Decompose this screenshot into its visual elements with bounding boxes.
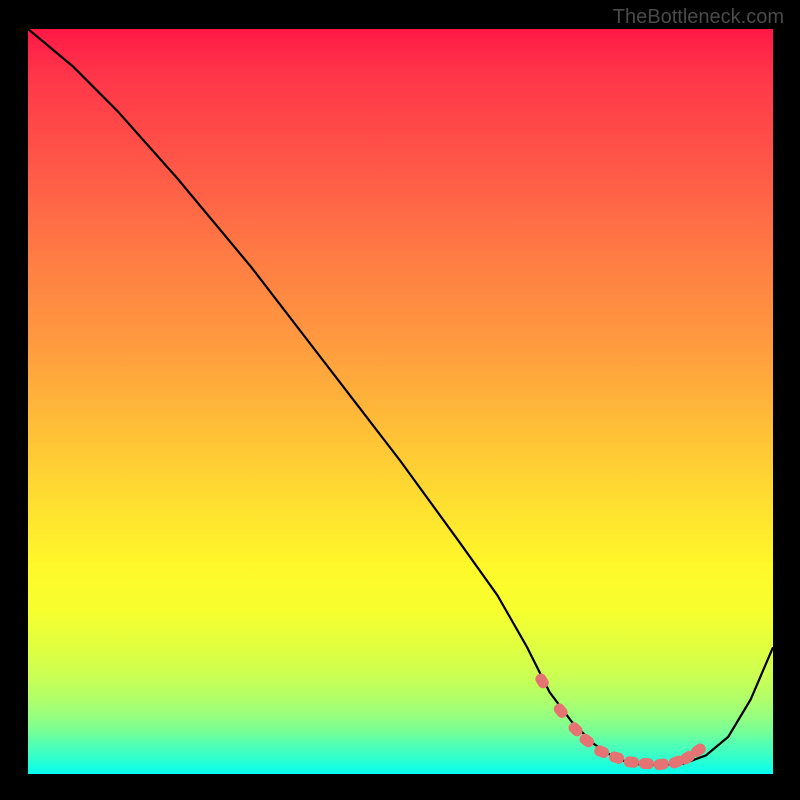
marker-dot xyxy=(608,750,626,765)
watermark-text: TheBottleneck.com xyxy=(613,6,784,29)
marker-dot xyxy=(639,758,655,770)
chart-overlay xyxy=(28,29,773,774)
marker-dot xyxy=(552,701,570,720)
bottleneck-curve xyxy=(28,29,773,765)
marker-dot xyxy=(653,758,669,771)
optimal-zone-markers xyxy=(533,672,707,771)
marker-dot xyxy=(623,756,639,768)
